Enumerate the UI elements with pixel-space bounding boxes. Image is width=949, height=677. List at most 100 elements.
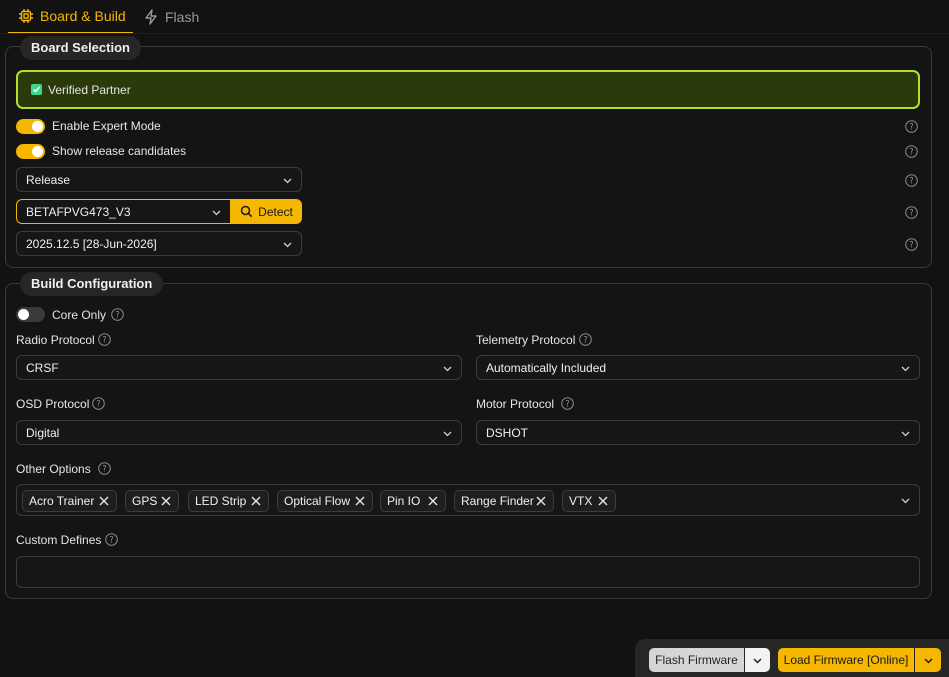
chip-label: VTX [569,494,593,508]
lightning-icon [143,9,159,25]
telemetry-protocol-label: Telemetry Protocol [476,333,576,347]
flash-firmware-label: Flash Firmware [655,653,738,667]
help-icon[interactable]: ? [105,533,118,546]
help-icon[interactable]: ? [905,174,918,187]
chip-label: Acro Trainer [29,494,95,508]
chip-label: GPS [132,494,158,508]
osd-protocol-select[interactable]: Digital [16,420,462,445]
telemetry-protocol-select[interactable]: Automatically Included [476,355,920,380]
svg-text:?: ? [909,123,914,133]
svg-text:?: ? [583,336,588,346]
radio-protocol-select[interactable]: CRSF [16,355,462,380]
release-candidates-toggle[interactable] [16,144,45,159]
tab-label: Flash [165,9,200,25]
svg-text:?: ? [102,336,107,346]
core-only-toggle[interactable] [16,307,45,322]
osd-protocol-value: Digital [26,425,60,440]
help-icon[interactable]: ? [905,206,918,219]
help-icon[interactable]: ? [905,238,918,251]
help-icon[interactable]: ? [561,397,574,410]
close-icon[interactable] [536,496,546,506]
flash-firmware-dropdown-button[interactable] [745,648,770,672]
board-target-value: BETAFPVG473_V3 [26,204,131,219]
telemetry-protocol-value: Automatically Included [486,360,607,375]
svg-text:?: ? [102,465,107,475]
verified-partner-banner[interactable]: Verified Partner [16,70,920,109]
checkbox-checked-icon[interactable] [31,84,42,95]
chevron-down-icon [901,366,910,372]
custom-defines-label: Custom Defines [16,533,102,547]
close-icon[interactable] [598,496,608,506]
motor-protocol-select[interactable]: DSHOT [476,420,920,445]
other-options-label: Other Options [16,462,91,476]
tab-label: Board & Build [40,8,126,24]
firmware-version-select[interactable]: 2025.12.5 [28-Jun-2026] [16,231,302,256]
option-chip: VTX [562,490,616,512]
option-chip: GPS [125,490,179,512]
section-title-board-selection: Board Selection [20,36,141,60]
help-icon[interactable]: ? [98,462,111,475]
close-icon[interactable] [355,496,365,506]
section-title-build-configuration: Build Configuration [20,272,164,296]
svg-text:?: ? [909,209,914,219]
chevron-down-icon [443,431,452,437]
option-chip: LED Strip [188,490,269,512]
chip-icon [18,8,34,24]
detect-button[interactable]: Detect [231,199,302,224]
motor-protocol-value: DSHOT [486,425,528,440]
close-icon[interactable] [251,496,261,506]
help-icon[interactable]: ? [905,145,918,158]
load-firmware-dropdown-button[interactable] [915,648,941,672]
core-only-label: Core Only [52,308,107,322]
option-chip: Acro Trainer [22,490,117,512]
help-icon[interactable]: ? [905,120,918,133]
release-candidates-label: Show release candidates [52,144,187,158]
chip-label: LED Strip [195,494,247,508]
detect-label: Detect [258,204,293,219]
svg-text:?: ? [115,311,120,321]
chip-label: Range Finder [461,494,534,508]
chevron-down-icon [923,657,933,664]
chevron-down-icon [753,657,762,664]
chip-label: Pin IO [387,494,421,508]
osd-protocol-label: OSD Protocol [16,397,90,411]
firmware-version-value: 2025.12.5 [28-Jun-2026] [26,236,157,251]
expert-mode-toggle[interactable] [16,119,45,134]
help-icon[interactable]: ? [111,308,124,321]
chevron-down-icon [901,431,910,437]
option-chip: Optical Flow [277,490,373,512]
release-type-value: Release [26,172,71,187]
close-icon[interactable] [99,496,109,506]
chevron-down-icon [283,242,292,248]
custom-defines-input[interactable] [16,556,920,588]
option-chip: Range Finder [454,490,554,512]
close-icon[interactable] [428,496,438,506]
help-icon[interactable]: ? [92,397,105,410]
close-icon[interactable] [161,496,171,506]
chevron-down-icon [443,366,452,372]
tab-board-build[interactable]: Board & Build [8,0,133,34]
load-firmware-button[interactable]: Load Firmware [Online] [778,648,914,672]
help-icon[interactable]: ? [98,333,111,346]
svg-text:?: ? [909,148,914,158]
search-icon [240,205,253,218]
motor-protocol-label: Motor Protocol [476,397,555,411]
option-chip: Pin IO [380,490,446,512]
expert-mode-label: Enable Expert Mode [52,119,161,133]
svg-text:?: ? [909,177,914,187]
svg-text:?: ? [109,536,114,546]
help-icon[interactable]: ? [579,333,592,346]
flash-firmware-button[interactable]: Flash Firmware [649,648,744,672]
chevron-down-icon [283,178,292,184]
release-type-select[interactable]: Release [16,167,302,192]
svg-text:?: ? [96,400,101,410]
chevron-down-icon [212,210,221,216]
other-options-multiselect[interactable]: Acro Trainer GPS LED Strip Optical Flow … [16,484,920,516]
chip-label: Optical Flow [284,494,351,508]
tab-flash[interactable]: Flash [143,0,213,34]
board-target-select[interactable]: BETAFPVG473_V3 [16,199,231,224]
svg-text:?: ? [565,400,570,410]
chevron-down-icon [901,498,910,504]
tabs-divider [0,33,949,34]
load-firmware-label: Load Firmware [Online] [783,653,909,667]
